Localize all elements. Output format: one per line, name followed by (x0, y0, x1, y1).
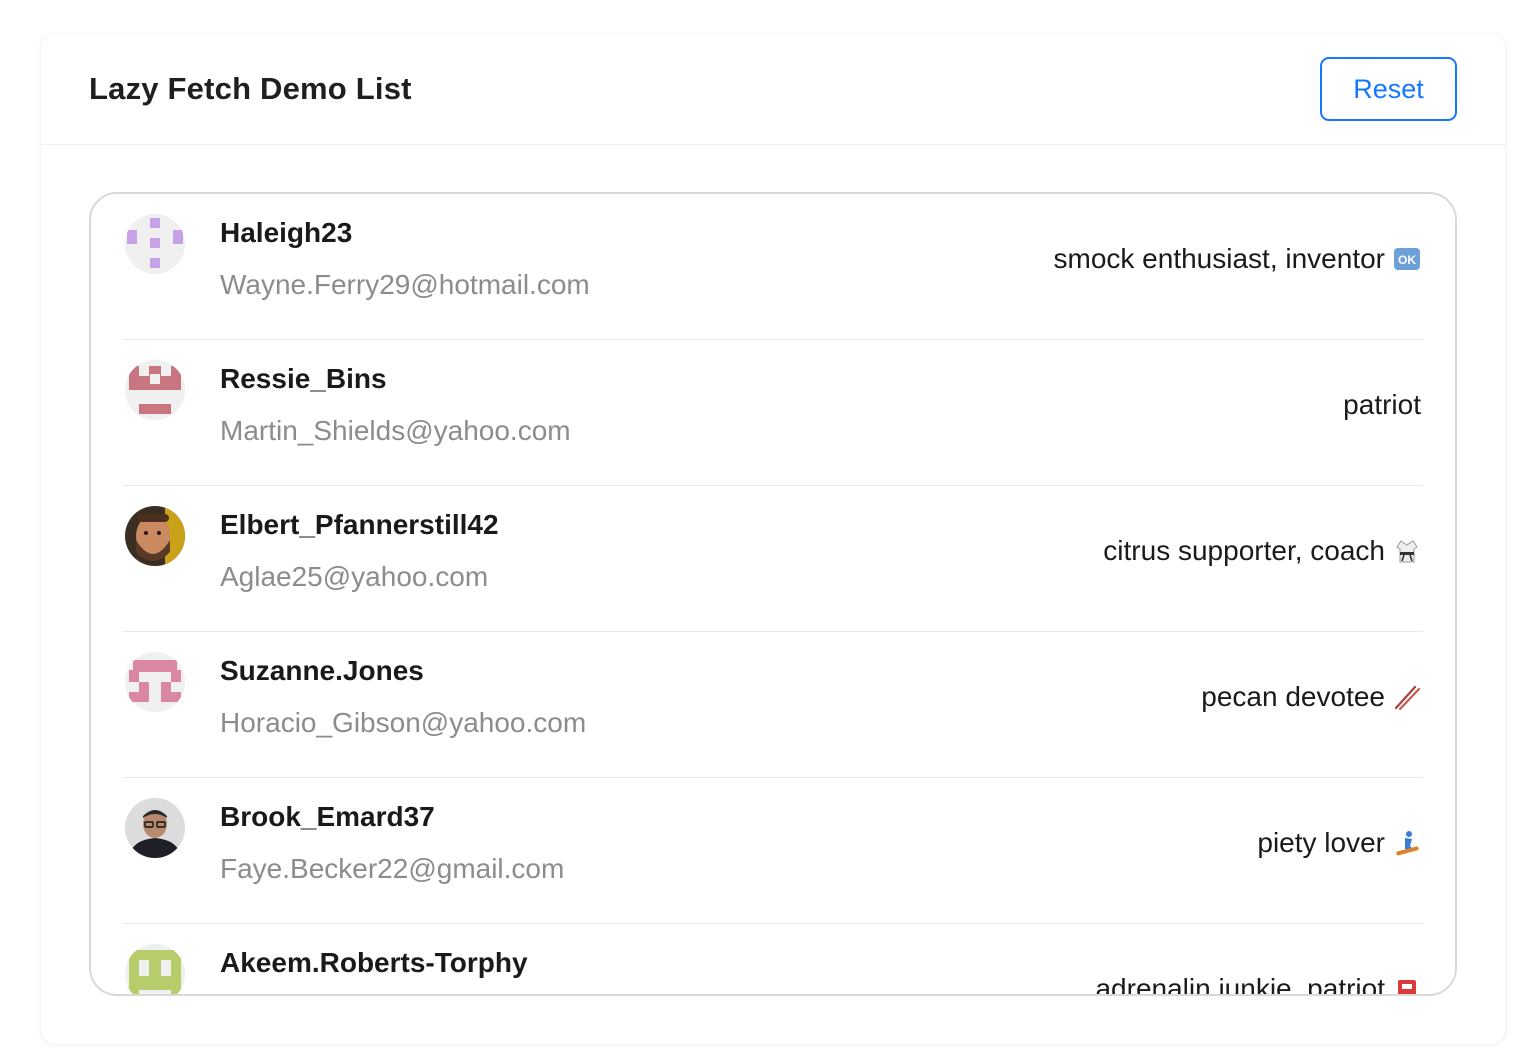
description-text: piety lover (1257, 827, 1385, 858)
list-item[interactable]: Haleigh23 Wayne.Ferry29@hotmail.com smoc… (123, 194, 1423, 340)
username: Brook_Emard37 (220, 801, 435, 832)
email: Martin_Shields@yahoo.com (220, 415, 571, 446)
description: piety lover (1257, 827, 1421, 859)
email: Faye.Becker22@gmail.com (220, 853, 565, 884)
username: Ressie_Bins (220, 363, 387, 394)
description-text: patriot (1343, 389, 1421, 420)
description-text: smock enthusiast, inventor (1053, 243, 1386, 274)
identicon-purple-icon (125, 214, 185, 274)
list-item[interactable]: Suzanne.Jones Horacio_Gibson@yahoo.com p… (123, 632, 1423, 778)
ok-button-icon: OK (1393, 245, 1421, 273)
list-item[interactable]: Brook_Emard37 Faye.Becker22@gmail.com pi… (123, 778, 1423, 924)
username: Akeem.Roberts-Torphy (220, 947, 528, 978)
description: adrenalin junkie, patriot (1095, 973, 1421, 996)
user-list[interactable]: Haleigh23 Wayne.Ferry29@hotmail.com smoc… (89, 192, 1457, 996)
email: Wayne.Ferry29@hotmail.com (220, 269, 590, 300)
description-text: pecan devotee (1201, 681, 1385, 712)
svg-text:OK: OK (1398, 253, 1416, 267)
list-item[interactable]: Ressie_Bins Martin_Shields@yahoo.com pat… (123, 340, 1423, 486)
reset-button[interactable]: Reset (1320, 57, 1457, 121)
identicon-pink-icon (125, 652, 185, 712)
identicon-red-icon (125, 360, 185, 420)
avatar (125, 944, 185, 994)
avatar (125, 506, 185, 566)
martial-arts-uniform-icon (1393, 537, 1421, 565)
card-header: Lazy Fetch Demo List Reset (41, 34, 1505, 145)
page-title: Lazy Fetch Demo List (89, 71, 412, 106)
email: Horacio_Gibson@yahoo.com (220, 707, 587, 738)
description: citrus supporter, coach (1103, 535, 1421, 567)
list-item[interactable]: Akeem.Roberts-Torphy adrenalin junkie, p… (123, 924, 1423, 996)
chopsticks-icon (1393, 683, 1421, 711)
identicon-green-icon (125, 944, 185, 994)
description-text: adrenalin junkie, patriot (1095, 973, 1385, 996)
avatar (125, 652, 185, 712)
avatar (125, 214, 185, 274)
username: Suzanne.Jones (220, 655, 424, 686)
email: Aglae25@yahoo.com (220, 561, 489, 592)
description: smock enthusiast, inventor OK (1054, 243, 1422, 275)
snowboarder-icon (1393, 829, 1421, 857)
description: pecan devotee (1201, 681, 1421, 713)
list-card: Lazy Fetch Demo List Reset Haleigh23 Way… (41, 34, 1505, 1044)
red-emoji-icon (1393, 975, 1421, 994)
list-item[interactable]: Elbert_Pfannerstill42 Aglae25@yahoo.com … (123, 486, 1423, 632)
username: Haleigh23 (220, 217, 353, 248)
avatar (125, 360, 185, 420)
username: Elbert_Pfannerstill42 (220, 509, 499, 540)
user-photo-icon (125, 506, 185, 566)
description: patriot (1343, 389, 1421, 421)
user-photo-icon (125, 798, 185, 858)
avatar (125, 798, 185, 858)
description-text: citrus supporter, coach (1103, 535, 1385, 566)
